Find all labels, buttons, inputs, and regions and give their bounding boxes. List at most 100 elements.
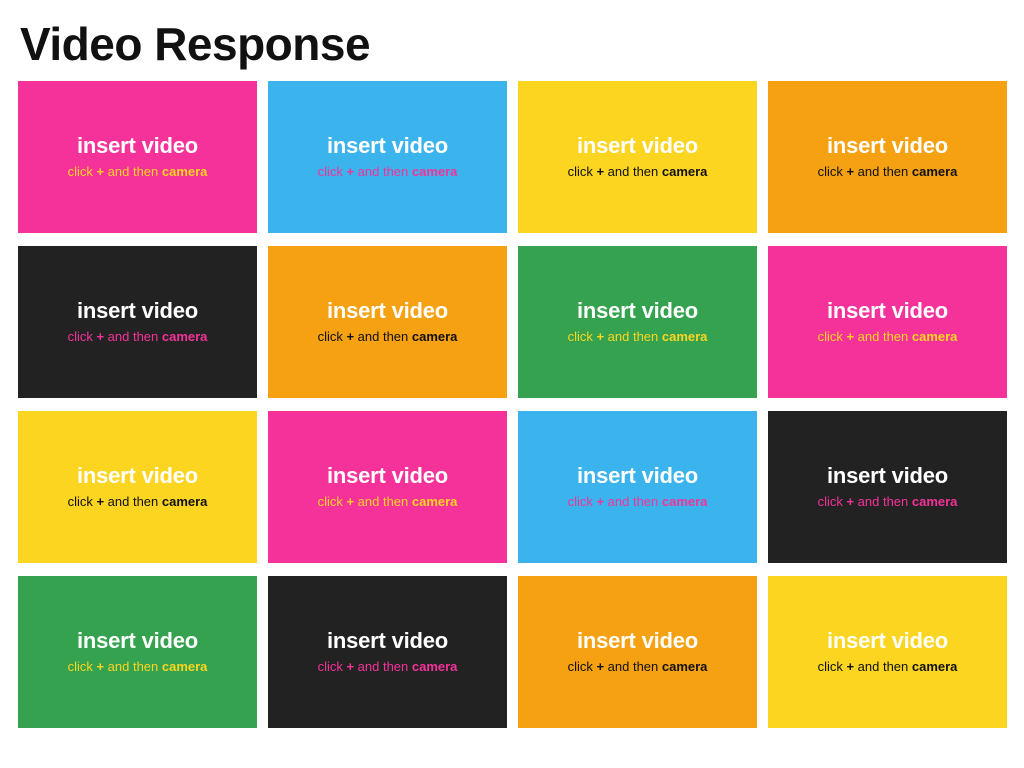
video-card-title: insert video [76, 133, 199, 158]
subtitle-middle-text: and then [354, 164, 412, 180]
video-card-title: insert video [576, 463, 699, 488]
subtitle-prefix-text: click [817, 659, 847, 675]
video-card-title: insert video [826, 463, 949, 488]
video-card-title: insert video [826, 298, 949, 323]
subtitle-prefix-text: click [817, 494, 847, 510]
video-card-subtitle: click + and then camera [568, 164, 708, 180]
video-card-subtitle: click + and then camera [818, 659, 958, 675]
plus-icon: + [596, 329, 605, 345]
video-card[interactable]: insert video click + and then camera [268, 410, 507, 563]
subtitle-emphasis-text: camera [411, 659, 458, 675]
video-card[interactable]: insert video click + and then camera [18, 575, 257, 728]
subtitle-middle-text: and then [104, 494, 162, 510]
subtitle-emphasis-text: camera [661, 329, 708, 345]
plus-icon: + [596, 659, 605, 675]
slide-page: Video Response insert video click + and t… [0, 0, 1024, 768]
subtitle-emphasis-text: camera [161, 164, 208, 180]
subtitle-middle-text: and then [104, 659, 162, 675]
subtitle-prefix-text: click [317, 164, 347, 180]
plus-icon: + [596, 164, 605, 180]
video-card[interactable]: insert video click + and then camera [768, 80, 1007, 233]
video-card[interactable]: insert video click + and then camera [518, 245, 757, 398]
subtitle-emphasis-text: camera [161, 329, 208, 345]
subtitle-prefix-text: click [567, 164, 597, 180]
plus-icon: + [846, 164, 855, 180]
video-card-title: insert video [76, 628, 199, 653]
subtitle-prefix-text: click [817, 329, 847, 345]
subtitle-prefix-text: click [317, 494, 347, 510]
video-card[interactable]: insert video click + and then camera [18, 80, 257, 233]
video-card[interactable]: insert video click + and then camera [518, 575, 757, 728]
video-card-subtitle: click + and then camera [318, 494, 458, 510]
video-card[interactable]: insert video click + and then camera [268, 80, 507, 233]
page-title: Video Response [20, 18, 371, 70]
video-card-subtitle: click + and then camera [818, 329, 958, 345]
subtitle-emphasis-text: camera [411, 494, 458, 510]
subtitle-middle-text: and then [854, 659, 912, 675]
video-card-subtitle: click + and then camera [818, 164, 958, 180]
video-card[interactable]: insert video click + and then camera [18, 410, 257, 563]
video-card-title: insert video [326, 628, 449, 653]
video-card-title: insert video [576, 298, 699, 323]
subtitle-prefix-text: click [817, 164, 847, 180]
video-card-title: insert video [826, 628, 949, 653]
subtitle-emphasis-text: camera [661, 164, 708, 180]
video-card-subtitle: click + and then camera [68, 164, 208, 180]
video-card-title: insert video [576, 628, 699, 653]
video-card-subtitle: click + and then camera [318, 329, 458, 345]
subtitle-middle-text: and then [354, 329, 412, 345]
subtitle-middle-text: and then [354, 494, 412, 510]
subtitle-middle-text: and then [104, 164, 162, 180]
plus-icon: + [346, 329, 355, 345]
subtitle-emphasis-text: camera [161, 659, 208, 675]
video-card-title: insert video [576, 133, 699, 158]
subtitle-emphasis-text: camera [411, 329, 458, 345]
plus-icon: + [346, 494, 355, 510]
subtitle-emphasis-text: camera [911, 659, 958, 675]
subtitle-middle-text: and then [604, 329, 662, 345]
subtitle-emphasis-text: camera [161, 494, 208, 510]
video-card[interactable]: insert video click + and then camera [268, 575, 507, 728]
video-card[interactable]: insert video click + and then camera [268, 245, 507, 398]
video-card[interactable]: insert video click + and then camera [768, 575, 1007, 728]
plus-icon: + [846, 494, 855, 510]
subtitle-middle-text: and then [104, 329, 162, 345]
video-card[interactable]: insert video click + and then camera [518, 80, 757, 233]
video-card-subtitle: click + and then camera [318, 164, 458, 180]
video-card-subtitle: click + and then camera [568, 494, 708, 510]
video-card-title: insert video [76, 298, 199, 323]
video-card-title: insert video [826, 133, 949, 158]
video-card-subtitle: click + and then camera [818, 494, 958, 510]
video-card-title: insert video [326, 133, 449, 158]
video-card-title: insert video [76, 463, 199, 488]
plus-icon: + [596, 494, 605, 510]
subtitle-middle-text: and then [604, 659, 662, 675]
video-card-subtitle: click + and then camera [318, 659, 458, 675]
subtitle-emphasis-text: camera [661, 494, 708, 510]
video-card[interactable]: insert video click + and then camera [768, 245, 1007, 398]
plus-icon: + [96, 329, 105, 345]
plus-icon: + [846, 659, 855, 675]
plus-icon: + [96, 164, 105, 180]
video-card[interactable]: insert video click + and then camera [18, 245, 257, 398]
subtitle-middle-text: and then [354, 659, 412, 675]
subtitle-middle-text: and then [604, 494, 662, 510]
video-card[interactable]: insert video click + and then camera [518, 410, 757, 563]
subtitle-prefix-text: click [67, 494, 97, 510]
plus-icon: + [346, 164, 355, 180]
subtitle-middle-text: and then [854, 164, 912, 180]
subtitle-prefix-text: click [567, 494, 597, 510]
video-card-subtitle: click + and then camera [568, 659, 708, 675]
subtitle-emphasis-text: camera [911, 494, 958, 510]
video-card[interactable]: insert video click + and then camera [768, 410, 1007, 563]
video-card-subtitle: click + and then camera [68, 494, 208, 510]
subtitle-emphasis-text: camera [661, 659, 708, 675]
subtitle-prefix-text: click [67, 329, 97, 345]
plus-icon: + [846, 329, 855, 345]
subtitle-middle-text: and then [604, 164, 662, 180]
video-card-subtitle: click + and then camera [68, 329, 208, 345]
subtitle-emphasis-text: camera [911, 164, 958, 180]
subtitle-prefix-text: click [67, 164, 97, 180]
subtitle-emphasis-text: camera [411, 164, 458, 180]
subtitle-prefix-text: click [567, 329, 597, 345]
